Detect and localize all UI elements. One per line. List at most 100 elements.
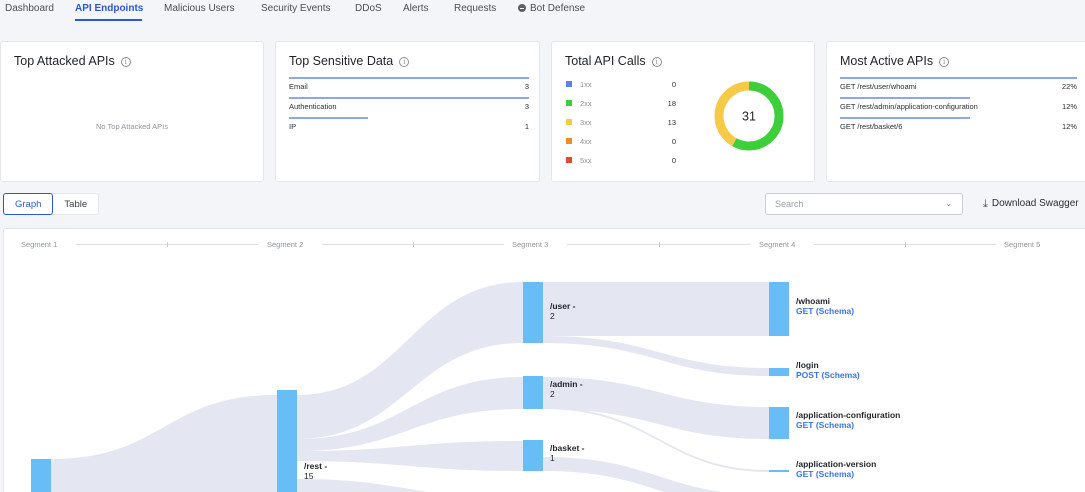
top-nav: Dashboard API Endpoints Malicious Users … <box>0 0 1085 22</box>
sankey-node-login[interactable] <box>769 368 789 376</box>
sensitive-label: Email <box>289 82 308 91</box>
node-count: 2 <box>550 310 555 321</box>
node-label-application-configuration[interactable]: /application-configuration GET (Schema) <box>796 410 901 431</box>
node-method-link[interactable]: GET (Schema) <box>796 306 854 317</box>
sensitive-row[interactable]: Authentication 3 <box>289 97 529 117</box>
download-icon: ⤓ <box>983 198 988 210</box>
card-title-text: Total API Calls <box>565 54 646 68</box>
sankey-link <box>543 282 769 336</box>
node-path: /whoami <box>796 296 831 306</box>
legend-label: 5xx <box>580 156 592 165</box>
legend-swatch <box>566 119 572 125</box>
node-label-basket[interactable]: /basket - 1 <box>550 443 585 463</box>
active-api-bar <box>840 117 971 119</box>
node-method-link[interactable]: GET (Schema) <box>796 469 876 480</box>
legend-label: 2xx <box>580 99 592 108</box>
sankey-node-application-configuration[interactable] <box>769 407 789 439</box>
node-path: /login <box>796 360 819 370</box>
sensitive-label: Authentication <box>289 102 337 111</box>
node-count: 1 <box>550 452 555 463</box>
download-swagger-button[interactable]: ⤓ Download Swagger <box>983 198 1079 211</box>
info-icon[interactable]: i <box>120 57 131 67</box>
tab-malicious-users[interactable]: Malicious Users <box>164 3 235 14</box>
tab-requests[interactable]: Requests <box>454 3 496 14</box>
table-view-button[interactable]: Table <box>53 194 98 214</box>
tab-alerts[interactable]: Alerts <box>403 3 429 14</box>
sensitive-value: 3 <box>524 82 529 91</box>
download-swagger-label: Download Swagger <box>991 198 1079 209</box>
legend-value: 0 <box>671 156 676 165</box>
active-api-row[interactable]: GET /rest/admin/application-configuratio… <box>840 97 1077 117</box>
node-label-whoami[interactable]: /whoami GET (Schema) <box>796 296 854 317</box>
tab-bot-defense-label: Bot Defense <box>530 3 586 14</box>
legend-row-2xx: 2xx 18 <box>566 99 676 111</box>
card-title: Top Attacked APIs i <box>14 54 131 68</box>
active-api-value: 12% <box>1061 102 1077 111</box>
node-label-admin[interactable]: /admin - 2 <box>550 379 583 399</box>
sensitive-bar <box>289 77 529 79</box>
graph-view-button[interactable]: Graph <box>3 193 54 215</box>
empty-message: No Top Attacked APIs <box>96 122 168 131</box>
sensitive-row[interactable]: Email 3 <box>289 77 529 97</box>
sankey-node-user[interactable] <box>523 282 543 343</box>
node-label-user[interactable]: /user - 2 <box>550 301 576 321</box>
chevron-down-icon[interactable]: ⌄ <box>945 199 952 208</box>
active-api-value: 22% <box>1061 82 1077 91</box>
info-icon[interactable]: i <box>399 57 410 67</box>
legend-value: 0 <box>671 137 676 146</box>
active-api-row[interactable]: GET /rest/user/whoami 22% <box>840 77 1077 97</box>
legend-row-4xx: 4xx 0 <box>566 137 676 149</box>
sankey-link <box>297 479 428 492</box>
node-count: 15 <box>304 470 314 481</box>
legend-row-1xx: 1xx 0 <box>566 80 676 92</box>
sankey-link <box>543 336 769 376</box>
card-top-sensitive-data: Top Sensitive Data i Email 3 Authenticati… <box>275 41 540 182</box>
card-title: Total API Calls i <box>565 54 662 68</box>
tab-dashboard[interactable]: Dashboard <box>5 3 54 14</box>
node-label-rest[interactable]: /rest - 15 <box>304 461 328 481</box>
active-api-label: GET /rest/basket/6 <box>840 122 903 131</box>
sensitive-bar <box>289 117 369 119</box>
active-api-row[interactable]: GET /rest/basket/6 12% <box>840 117 1077 137</box>
node-method-link[interactable]: GET (Schema) <box>796 420 900 431</box>
legend-value: 18 <box>667 99 676 108</box>
tab-api-endpoints[interactable]: API Endpoints <box>75 3 143 14</box>
status-donut-chart: 31 <box>714 81 784 151</box>
sankey-node-basket[interactable] <box>523 440 543 471</box>
sankey-link <box>51 395 277 492</box>
node-path: /application-version <box>796 459 877 469</box>
active-api-label: GET /rest/admin/application-configuratio… <box>840 102 978 111</box>
sankey-node-root[interactable] <box>31 459 51 492</box>
info-icon[interactable]: i <box>939 57 950 67</box>
node-path: /application-configuration <box>796 410 901 420</box>
node-label-application-version[interactable]: /application-version GET (Schema) <box>796 459 877 480</box>
sankey-node-admin[interactable] <box>523 376 543 409</box>
sankey-node-application-version[interactable] <box>769 470 789 472</box>
legend-row-5xx: 5xx 0 <box>566 156 676 168</box>
node-path: /rest - <box>304 461 328 471</box>
tab-ddos[interactable]: DDoS <box>355 3 382 14</box>
card-title-text: Top Attacked APIs <box>14 54 115 68</box>
sensitive-row[interactable]: IP 1 <box>289 117 529 137</box>
node-method-link[interactable]: POST (Schema) <box>796 370 860 381</box>
node-label-login[interactable]: /login POST (Schema) <box>796 360 860 381</box>
sensitive-value: 3 <box>524 102 529 111</box>
tab-security-events[interactable]: Security Events <box>261 3 330 14</box>
sankey-node-whoami[interactable] <box>769 282 789 336</box>
info-icon[interactable]: i <box>651 57 662 67</box>
sankey-node-rest[interactable] <box>277 390 297 492</box>
sensitive-value: 1 <box>524 122 529 131</box>
search-select[interactable]: ⌄ <box>765 193 963 215</box>
sankey-diagram <box>31 282 789 492</box>
api-endpoint-graph: Segment 1 Segment 2 Segment 3 Segment 4 … <box>3 228 1085 492</box>
node-path: /user - <box>550 301 576 311</box>
card-title-text: Top Sensitive Data <box>289 54 394 68</box>
tab-bot-defense[interactable]: Bot Defense <box>518 3 585 14</box>
card-title-text: Most Active APIs <box>840 54 934 68</box>
legend-swatch <box>566 81 572 87</box>
active-api-label: GET /rest/user/whoami <box>840 82 917 91</box>
bot-defense-icon <box>518 4 526 12</box>
card-total-api-calls: Total API Calls i 1xx 0 2xx 18 3xx 13 4xx… <box>551 41 815 182</box>
search-input[interactable] <box>766 194 936 214</box>
card-title: Top Sensitive Data i <box>289 54 410 68</box>
